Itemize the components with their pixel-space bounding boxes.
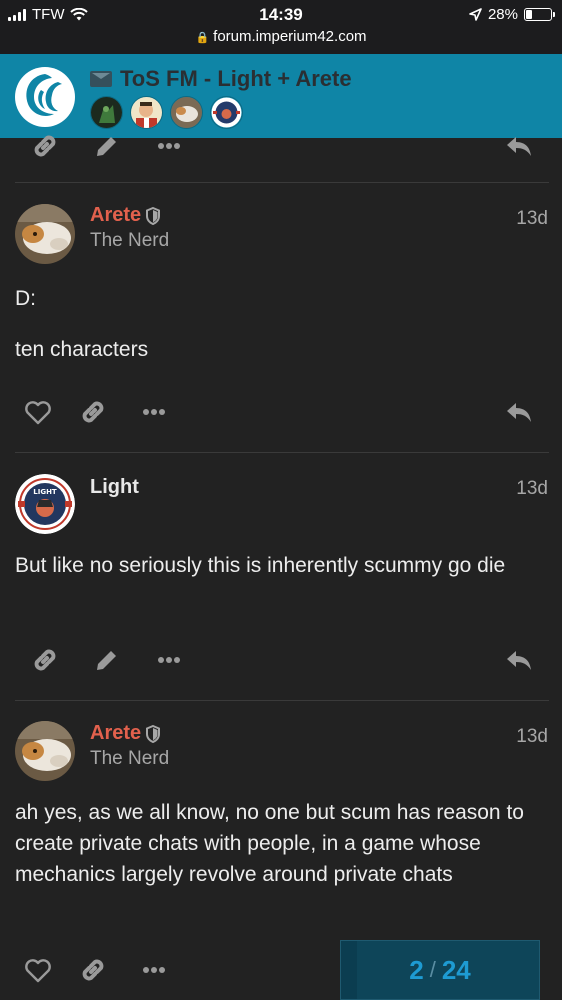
participant-avatars [90,96,243,129]
username[interactable]: Arete [90,722,161,745]
post-divider [15,452,549,453]
username-text: Light [90,476,139,498]
status-bar: TFW 14:39 28% 🔒 forum.imperium42.com [0,0,562,54]
participant-avatar-dog[interactable] [170,96,203,129]
link-button[interactable] [27,128,63,164]
moderator-shield-icon [146,724,161,743]
post-date[interactable]: 13d [516,478,548,500]
progress-bar-fill [341,941,358,999]
like-button[interactable] [20,394,56,430]
username-text: Arete [90,722,142,744]
more-button[interactable] [151,128,187,164]
link-button[interactable] [27,642,63,678]
username-text: Arete [90,204,142,226]
user-avatar[interactable] [15,721,75,781]
forum-header: ToS FM - Light + Arete [0,54,562,138]
edit-button[interactable] [89,128,125,164]
like-icon [25,959,51,983]
url-bar[interactable]: 🔒 forum.imperium42.com [0,28,562,45]
link-icon [34,649,56,671]
battery-icon [524,8,555,21]
link-icon [82,401,104,423]
edit-button[interactable] [89,642,125,678]
moderator-shield-icon [146,206,161,225]
more-icon [143,967,165,973]
participant-avatar-light-emblem[interactable] [210,96,243,129]
post-divider [15,700,549,701]
url-text: forum.imperium42.com [213,28,367,45]
reply-icon [507,137,531,156]
like-icon [25,401,51,425]
username[interactable]: Light [90,476,139,499]
reply-button[interactable] [501,394,537,430]
topic-title[interactable]: ToS FM - Light + Arete [90,66,352,92]
link-icon [82,959,104,981]
like-button[interactable] [20,952,56,988]
post-paragraph: D: [15,287,36,310]
progress-separator: / [429,957,436,982]
post-actions [0,642,562,682]
battery-fill [526,10,532,19]
participant-avatar-cartoon-man[interactable] [130,96,163,129]
more-button[interactable] [136,952,172,988]
more-button[interactable] [151,642,187,678]
topic-title-text: ToS FM - Light + Arete [120,66,352,91]
topic-progress[interactable]: 2 / 24 [340,940,540,1000]
link-icon [34,135,56,157]
battery-percent: 28% [487,6,518,23]
edit-icon [97,649,118,670]
progress-total: 24 [441,954,471,985]
post-actions [0,394,562,434]
reply-icon [507,651,531,670]
more-icon [158,143,180,149]
lock-icon: 🔒 [195,32,210,44]
prev-post-actions [0,128,562,168]
post-paragraph: But like no seriously this is inherently… [15,554,506,577]
progress-current: 2 [409,954,424,985]
participant-avatar-green-figure[interactable] [90,96,123,129]
post-paragraph: ah yes, as we all know, no one but scum … [15,801,524,886]
svg-text:LIGHT: LIGHT [33,488,57,496]
envelope-icon [90,71,112,87]
site-logo[interactable] [14,66,76,128]
reply-icon [507,403,531,422]
post-divider [15,182,549,183]
user-title: The Nerd [90,748,170,769]
reply-button[interactable] [501,128,537,164]
more-icon [158,657,180,663]
user-title: The Nerd [90,230,170,251]
reply-button[interactable] [501,642,537,678]
link-button[interactable] [75,952,111,988]
location-icon [469,8,482,21]
more-icon [143,409,165,415]
link-button[interactable] [75,394,111,430]
user-avatar[interactable]: LIGHT [15,474,75,534]
post-date[interactable]: 13d [516,208,548,230]
post-paragraph: ten characters [15,338,149,361]
user-avatar[interactable] [15,204,75,264]
username[interactable]: Arete [90,204,161,227]
post-date[interactable]: 13d [516,726,548,748]
more-button[interactable] [136,394,172,430]
status-right: 28% [469,6,555,23]
edit-icon [97,137,116,156]
